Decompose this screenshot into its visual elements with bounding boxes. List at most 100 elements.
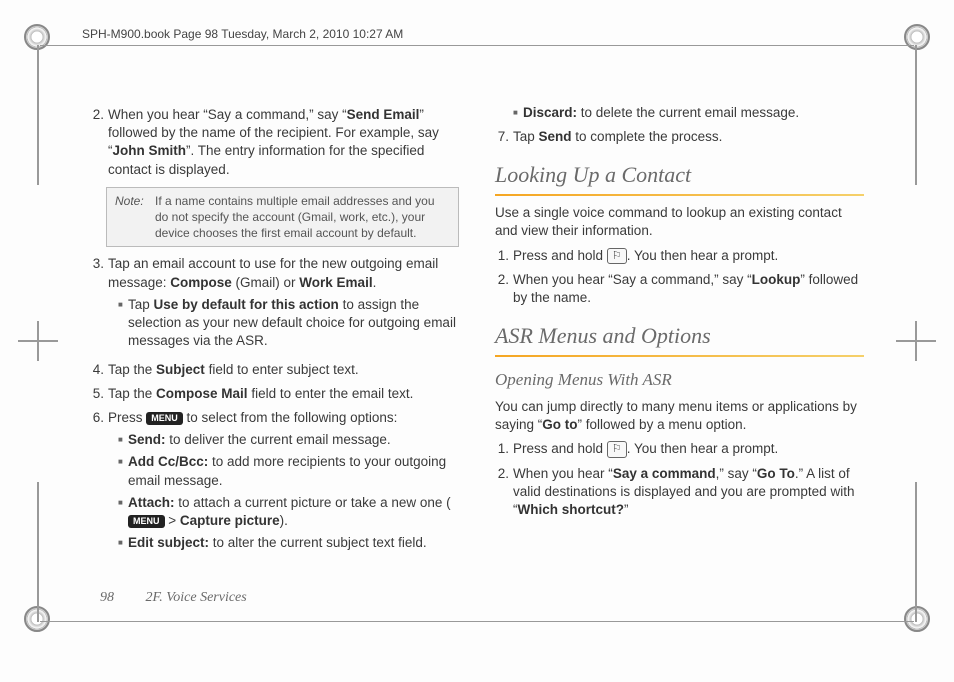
bullet-text: Discard: to delete the current email mes… bbox=[523, 104, 864, 122]
step-number: 3. bbox=[90, 255, 108, 354]
text: > bbox=[165, 513, 180, 528]
option-discard: ■ Discard: to delete the current email m… bbox=[513, 104, 864, 122]
step-4: 4. Tap the Subject field to enter subjec… bbox=[90, 361, 459, 379]
text: to complete the process. bbox=[572, 129, 723, 144]
step-body: Tap the Subject field to enter subject t… bbox=[108, 361, 459, 379]
text: Tap the bbox=[108, 362, 156, 377]
bullet-text: Edit subject: to alter the current subje… bbox=[128, 534, 459, 552]
voice-key-icon: ⚐ bbox=[607, 248, 627, 265]
field-label: Subject bbox=[156, 362, 205, 377]
open-menus-intro: You can jump directly to many menu items… bbox=[495, 398, 864, 434]
text: field to enter subject text. bbox=[205, 362, 359, 377]
step-number: 7. bbox=[495, 128, 513, 146]
option-attach: ■ Attach: to attach a current picture or… bbox=[118, 494, 459, 530]
bullet-text: Add Cc/Bcc: to add more recipients to yo… bbox=[128, 453, 459, 489]
text: to deliver the current email message. bbox=[166, 432, 391, 447]
step-3: 3. Tap an email account to use for the n… bbox=[90, 255, 459, 354]
step-number: 1. bbox=[495, 440, 513, 458]
menu-button-icon: MENU bbox=[128, 515, 165, 528]
step-number: 2. bbox=[90, 106, 108, 179]
text: Tap bbox=[128, 297, 154, 312]
option-label: Use by default for this action bbox=[154, 297, 339, 312]
subheading-opening-menus: Opening Menus With ASR bbox=[495, 369, 864, 392]
step-body: Tap an email account to use for the new … bbox=[108, 255, 459, 354]
example-name: John Smith bbox=[113, 143, 187, 158]
text: Press and hold bbox=[513, 441, 607, 456]
step-body: When you hear “Say a command,” say “Send… bbox=[108, 106, 459, 179]
text: ” bbox=[624, 502, 629, 517]
text: When you hear “Say a command,” say “ bbox=[108, 107, 347, 122]
command-label: Go to bbox=[542, 417, 577, 432]
text: Press and hold bbox=[513, 248, 607, 263]
text: to select from the following options: bbox=[183, 410, 398, 425]
step-body: When you hear “Say a command,” say “Look… bbox=[513, 271, 864, 307]
bullet-text: Tap Use by default for this action to as… bbox=[128, 296, 459, 351]
crop-line bbox=[915, 482, 917, 622]
registration-cross-left bbox=[24, 327, 52, 355]
option-label: Edit subject: bbox=[128, 535, 209, 550]
step-5: 5. Tap the Compose Mail field to enter t… bbox=[90, 385, 459, 403]
crop-line bbox=[37, 45, 39, 185]
command-label: Say a command bbox=[613, 466, 716, 481]
text: . You then hear a prompt. bbox=[627, 248, 779, 263]
text: When you hear “Say a command,” say “ bbox=[513, 272, 752, 287]
crop-line-top bbox=[40, 45, 914, 46]
square-bullet-icon: ■ bbox=[118, 494, 128, 530]
heading-looking-up-contact: Looking Up a Contact bbox=[495, 160, 864, 190]
option-label: Add Cc/Bcc: bbox=[128, 454, 208, 469]
command-label: Go To bbox=[757, 466, 795, 481]
text: ” followed by a menu option. bbox=[578, 417, 747, 432]
action-label: Send bbox=[539, 129, 572, 144]
heading-rule bbox=[495, 194, 864, 196]
heading-asr-menus: ASR Menus and Options bbox=[495, 321, 864, 351]
page: SPH-M900.book Page 98 Tuesday, March 2, … bbox=[0, 0, 954, 682]
crop-line bbox=[37, 482, 39, 622]
menu-button-icon: MENU bbox=[146, 412, 183, 425]
step-6: 6. Press MENU to select from the followi… bbox=[90, 409, 459, 557]
registration-mark-tr bbox=[904, 24, 930, 50]
section-title: 2F. Voice Services bbox=[146, 590, 247, 605]
page-number: 98 bbox=[100, 590, 114, 605]
lookup-step-2: 2. When you hear “Say a command,” say “L… bbox=[495, 271, 864, 307]
crop-line-bottom bbox=[40, 621, 914, 622]
column-left: 2. When you hear “Say a command,” say “S… bbox=[90, 100, 459, 572]
open-step-1: 1. Press and hold ⚐. You then hear a pro… bbox=[495, 440, 864, 458]
text: ,” say “ bbox=[716, 466, 757, 481]
option-label: Attach: bbox=[128, 495, 175, 510]
square-bullet-icon: ■ bbox=[118, 431, 128, 449]
step-number: 6. bbox=[90, 409, 108, 557]
field-label: Compose Mail bbox=[156, 386, 248, 401]
step-2: 2. When you hear “Say a command,” say “S… bbox=[90, 106, 459, 179]
option-label: Send: bbox=[128, 432, 166, 447]
prompt-label: Which shortcut? bbox=[518, 502, 625, 517]
step-body: Press and hold ⚐. You then hear a prompt… bbox=[513, 440, 864, 458]
text: Tap bbox=[513, 129, 539, 144]
note-text: If a name contains multiple email addres… bbox=[155, 193, 450, 242]
step-number: 2. bbox=[495, 271, 513, 307]
app-label: Work Email bbox=[299, 275, 372, 290]
text: . You then hear a prompt. bbox=[627, 441, 779, 456]
text: to alter the current subject text field. bbox=[209, 535, 427, 550]
text: to attach a current picture or take a ne… bbox=[175, 495, 451, 510]
text: When you hear “ bbox=[513, 466, 613, 481]
page-footer: 98 2F. Voice Services bbox=[100, 590, 247, 606]
lookup-step-1: 1. Press and hold ⚐. You then hear a pro… bbox=[495, 247, 864, 265]
voice-key-icon: ⚐ bbox=[607, 441, 627, 458]
running-header: SPH-M900.book Page 98 Tuesday, March 2, … bbox=[82, 27, 403, 41]
step-number: 1. bbox=[495, 247, 513, 265]
option-send: ■ Send: to deliver the current email mes… bbox=[118, 431, 459, 449]
option-cc-bcc: ■ Add Cc/Bcc: to add more recipients to … bbox=[118, 453, 459, 489]
step-body: Tap Send to complete the process. bbox=[513, 128, 864, 146]
square-bullet-icon: ■ bbox=[118, 296, 128, 351]
text: (Gmail) or bbox=[232, 275, 300, 290]
heading-rule bbox=[495, 355, 864, 357]
lookup-intro: Use a single voice command to lookup an … bbox=[495, 204, 864, 240]
registration-cross-right bbox=[902, 327, 930, 355]
bullet-text: Attach: to attach a current picture or t… bbox=[128, 494, 459, 530]
crop-line bbox=[915, 45, 917, 185]
app-label: Compose bbox=[170, 275, 232, 290]
bullet-text: Send: to deliver the current email messa… bbox=[128, 431, 459, 449]
sub-bullet: ■ Tap Use by default for this action to … bbox=[118, 296, 459, 351]
text: field to enter the email text. bbox=[248, 386, 414, 401]
content-area: 2. When you hear “Say a command,” say “S… bbox=[90, 100, 864, 572]
